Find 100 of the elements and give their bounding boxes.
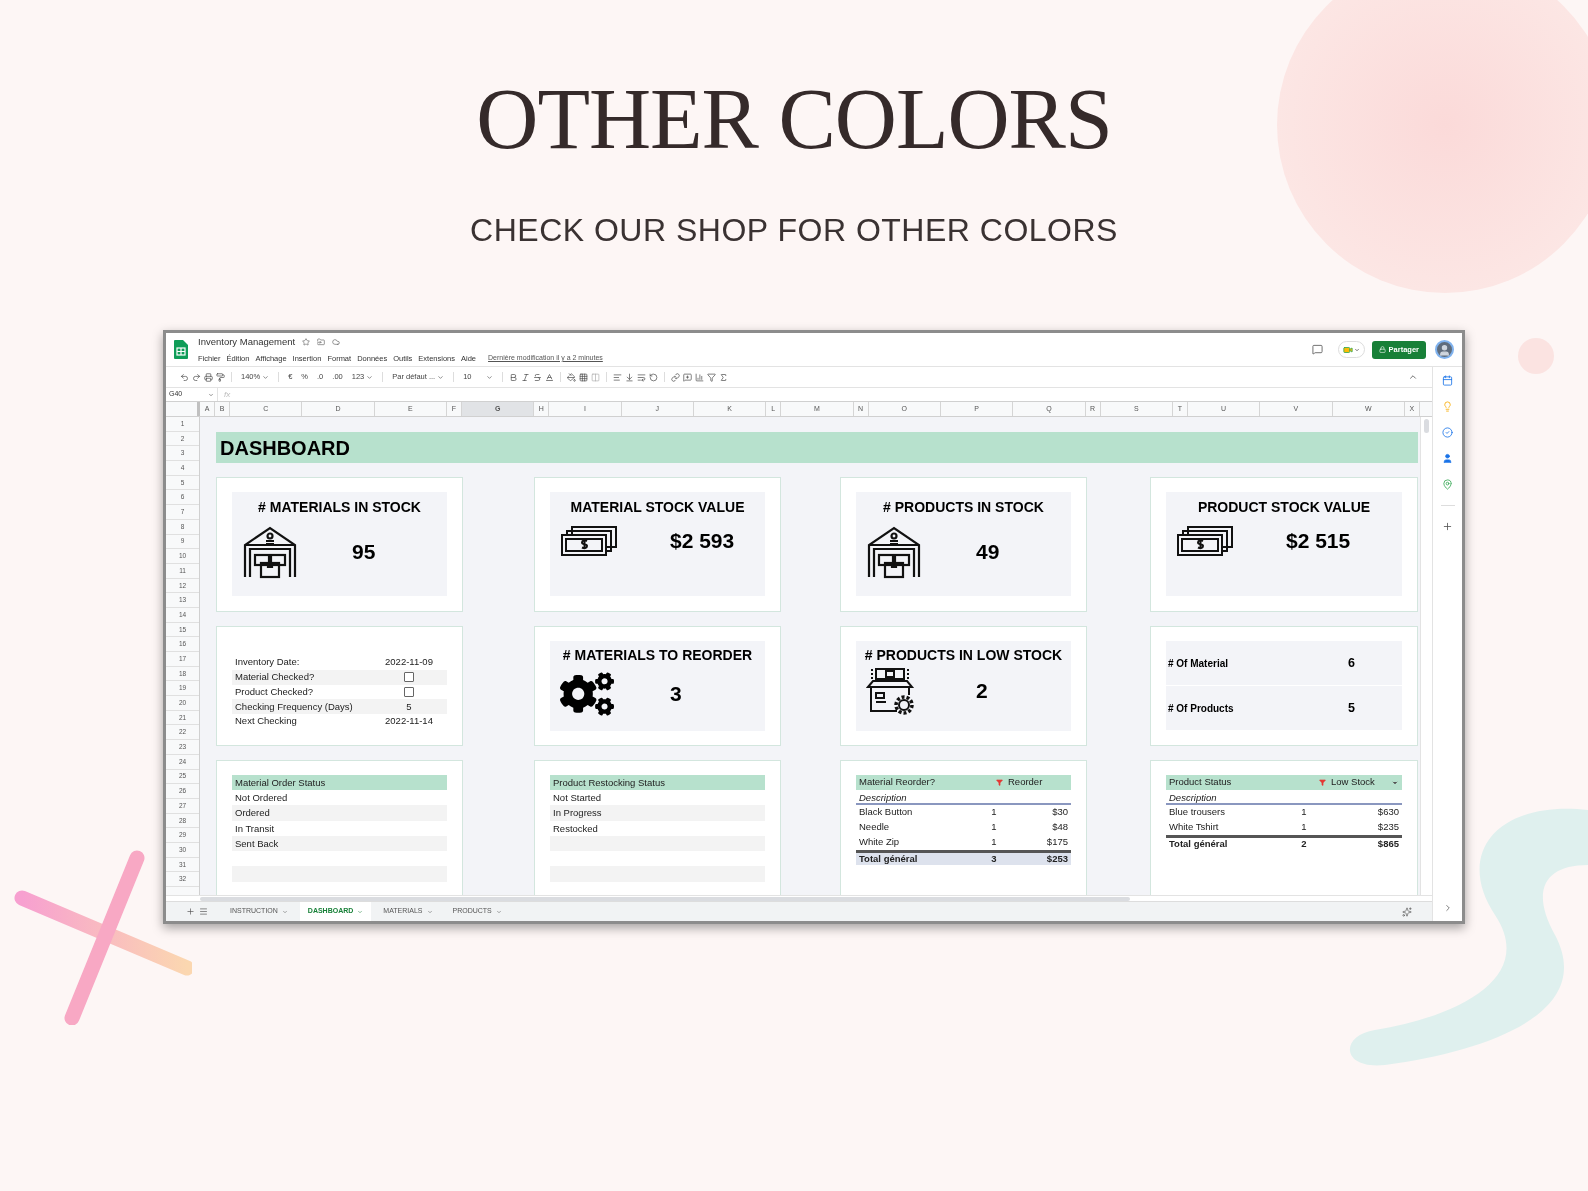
kpi-value: 2 xyxy=(976,677,988,704)
filter-header[interactable]: Material Reorder? Reorder xyxy=(856,775,1071,790)
sigma-icon[interactable] xyxy=(718,372,728,382)
count-value: 6 xyxy=(1348,654,1355,672)
strikethrough-icon[interactable] xyxy=(532,372,542,382)
warehouse-icon xyxy=(866,524,922,579)
caret-icon xyxy=(437,373,445,381)
kpi-value: $2 593 xyxy=(670,527,735,554)
vertical-scrollbar[interactable] xyxy=(1420,417,1432,895)
kpi-value: $2 515 xyxy=(1286,527,1351,554)
dashboard-title: DASHBOARD xyxy=(220,435,350,461)
list-heading: Material Order Status xyxy=(232,775,447,790)
page-subtitle: CHECK OUR SHOP FOR OTHER COLORS xyxy=(470,214,1118,246)
undo-icon[interactable] xyxy=(180,372,189,382)
filter-header[interactable]: Product Status Low Stock xyxy=(1166,775,1402,790)
caret-icon xyxy=(208,391,214,398)
box-gear-icon xyxy=(866,666,916,715)
video-camera-icon xyxy=(1342,344,1353,355)
sheets-logo[interactable] xyxy=(174,340,188,359)
table-cell-text: 1 xyxy=(990,805,998,820)
redo-icon[interactable] xyxy=(192,372,201,382)
document-title[interactable]: Inventory Management xyxy=(198,335,296,350)
info-label: Product Checked? xyxy=(235,684,315,699)
kpi-value: 3 xyxy=(670,680,682,707)
caret-icon xyxy=(495,908,502,915)
kpi-title: # PRODUCTS IN STOCK xyxy=(883,499,1044,517)
filter-icon[interactable] xyxy=(706,372,716,382)
table-cell-text: $48 xyxy=(1051,820,1068,835)
bold-icon[interactable] xyxy=(508,372,518,382)
kpi-value: 95 xyxy=(352,538,376,565)
total-row: Total général 3 $253 xyxy=(856,850,1071,865)
kpi-value: 49 xyxy=(976,538,1000,565)
caret-icon xyxy=(485,373,493,381)
table-cell-text: 1 xyxy=(1300,805,1308,820)
table-cell-text: 1 xyxy=(990,820,998,835)
folder-icon[interactable] xyxy=(317,338,326,347)
chart-icon[interactable] xyxy=(694,372,704,382)
formula-label: fx xyxy=(223,388,232,401)
table-cell-text: 1 xyxy=(990,835,998,850)
kpi-title: # MATERIALS TO REORDER xyxy=(562,647,753,665)
add-comment-icon[interactable] xyxy=(682,372,692,382)
kpi-title: MATERIAL STOCK VALUE xyxy=(570,499,745,517)
info-value: 2022-11-09 xyxy=(385,655,433,670)
fill-color-icon[interactable] xyxy=(566,372,576,382)
align-icon[interactable] xyxy=(612,372,622,382)
info-label: Material Checked? xyxy=(235,670,316,685)
caret-icon xyxy=(366,373,374,381)
borders-icon[interactable] xyxy=(578,372,588,382)
kpi-title: # PRODUCTS IN LOW STOCK xyxy=(864,647,1063,665)
text-color-icon[interactable] xyxy=(544,372,554,382)
kpi-title: # MATERIALS IN STOCK xyxy=(258,499,421,517)
avatar[interactable] xyxy=(1435,340,1454,359)
print-icon[interactable] xyxy=(204,372,213,382)
checkbox[interactable] xyxy=(404,672,414,683)
info-value: 2022-11-14 xyxy=(385,714,433,729)
count-label: # Of Material xyxy=(1168,656,1230,671)
table-cell-text: White Tshirt xyxy=(1169,820,1220,835)
contacts-icon[interactable] xyxy=(1442,453,1453,464)
kpi-title: PRODUCT STOCK VALUE xyxy=(1197,499,1371,517)
cloud-icon[interactable] xyxy=(332,338,341,347)
map-pin-icon[interactable] xyxy=(1442,479,1453,490)
table-cell-text: 1 xyxy=(1300,820,1308,835)
caret-icon xyxy=(426,908,433,915)
sheet-list-icon[interactable] xyxy=(199,907,208,916)
list-item: In Progress xyxy=(550,805,765,821)
calendar-icon[interactable] xyxy=(1442,375,1453,386)
list-heading: Product Restocking Status xyxy=(550,775,765,790)
list-item: Ordered xyxy=(232,805,447,821)
paint-format-icon[interactable] xyxy=(216,372,225,382)
list-item: Not Started xyxy=(552,791,603,805)
lock-icon xyxy=(1378,346,1386,353)
star-icon[interactable] xyxy=(302,338,311,347)
wrap-icon[interactable] xyxy=(636,372,646,382)
add-sheet-icon[interactable] xyxy=(186,907,195,916)
table-cell-text: $175 xyxy=(1045,835,1068,850)
add-icon[interactable] xyxy=(1442,521,1453,532)
list-item: Not Ordered xyxy=(234,791,289,805)
table-cell-text: Black Button xyxy=(859,805,914,820)
rotate-icon[interactable] xyxy=(648,372,658,382)
caret-icon xyxy=(281,908,288,915)
column-subheading: Description xyxy=(856,790,1071,805)
info-label: Next Checking xyxy=(235,714,298,729)
count-value: 5 xyxy=(1348,699,1355,717)
comment-icon[interactable] xyxy=(1311,344,1323,355)
table-cell-text: White Zip xyxy=(859,835,901,850)
italic-icon[interactable] xyxy=(520,372,530,382)
filter-icon xyxy=(996,779,1003,786)
tasks-icon[interactable] xyxy=(1442,427,1453,438)
banknotes-icon xyxy=(1176,524,1234,557)
banknotes-icon xyxy=(560,524,618,557)
merge-cells-icon[interactable] xyxy=(590,372,600,382)
table-cell-text: $30 xyxy=(1051,805,1068,820)
info-value: 5 xyxy=(406,699,412,714)
vertical-align-icon[interactable] xyxy=(624,372,634,382)
filter-icon xyxy=(1319,779,1326,786)
link-icon[interactable] xyxy=(670,372,680,382)
collapse-icon[interactable] xyxy=(1408,372,1418,382)
count-label: # Of Products xyxy=(1168,701,1235,716)
checkbox[interactable] xyxy=(404,687,414,697)
table-cell-text: Needle xyxy=(859,820,891,835)
